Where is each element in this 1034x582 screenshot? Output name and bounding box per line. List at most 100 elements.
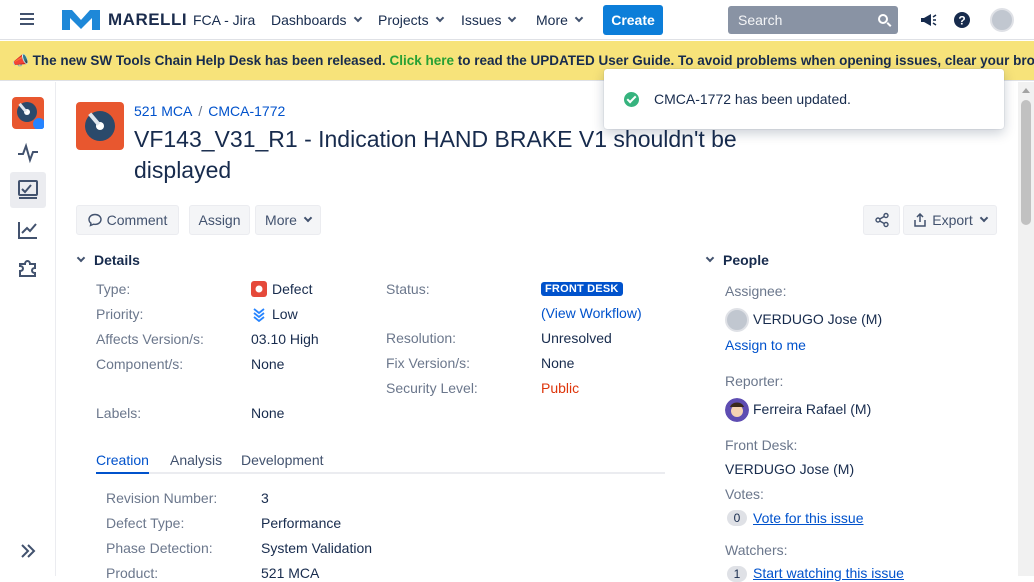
megaphone-icon[interactable]	[918, 10, 938, 30]
banner-link[interactable]: Click here	[389, 53, 454, 68]
front-desk-label: Front Desk:	[725, 437, 798, 453]
status-label: Status:	[386, 281, 430, 297]
nav-more[interactable]: More	[536, 12, 584, 28]
project-sidebar	[0, 82, 56, 576]
front-desk-value: VERDUGO Jose (M)	[725, 461, 855, 477]
more-actions-label: More	[265, 212, 297, 228]
nav-dashboards-label: Dashboards	[271, 12, 347, 28]
marelli-logo[interactable]: MARELLI	[60, 8, 187, 32]
comment-button[interactable]: Comment	[76, 205, 179, 235]
svg-text:?: ?	[958, 14, 965, 28]
defect-type-label: Defect Type:	[106, 515, 185, 531]
export-button[interactable]: Export	[903, 205, 997, 235]
collapse-icon	[76, 253, 86, 263]
brand-name: MARELLI	[108, 10, 188, 29]
details-section-toggle[interactable]: Details	[76, 252, 140, 268]
watch-link[interactable]: Start watching this issue	[753, 565, 904, 581]
export-button-label: Export	[932, 212, 973, 228]
megaphone-icon: 📣	[12, 53, 29, 68]
chevron-down-icon	[574, 13, 584, 23]
nav-dashboards[interactable]: Dashboards	[271, 12, 362, 28]
breadcrumb-project[interactable]: 521 MCA	[134, 103, 192, 119]
watchers-label: Watchers:	[725, 542, 788, 558]
add-ons-icon[interactable]	[17, 256, 39, 278]
fix-version-value: None	[541, 355, 575, 371]
scroll-up-arrow-icon[interactable]	[1022, 88, 1030, 93]
search-input[interactable]: Search	[728, 6, 898, 34]
breadcrumb-issue-key[interactable]: CMCA-1772	[208, 103, 285, 119]
vote-link[interactable]: Vote for this issue	[753, 510, 864, 526]
type-label: Type:	[96, 281, 131, 297]
banner-text-before: The new SW Tools Chain Help Desk has bee…	[32, 53, 386, 68]
tab-creation[interactable]: Creation	[96, 452, 149, 474]
product-label: Product:	[106, 565, 159, 581]
component-value: None	[251, 356, 285, 372]
banner-text-after: to read the UPDATED User Guide. To avoid…	[457, 53, 1034, 68]
security-level-label: Security Level:	[386, 380, 478, 396]
share-icon	[874, 212, 889, 228]
more-actions-button[interactable]: More	[255, 205, 321, 235]
chevron-down-icon	[979, 213, 988, 223]
security-level-value: Public	[541, 380, 580, 396]
marelli-logo-mark-icon	[62, 10, 100, 30]
chevron-down-icon	[353, 13, 362, 23]
tab-analysis[interactable]: Analysis	[170, 452, 222, 468]
scrollbar-thumb[interactable]	[1021, 100, 1031, 225]
comment-button-label: Comment	[106, 212, 168, 228]
disc-icon	[17, 102, 45, 130]
project-avatar[interactable]	[12, 97, 45, 130]
tab-development[interactable]: Development	[241, 452, 324, 468]
expand-sidebar-icon[interactable]	[19, 542, 37, 560]
phase-detection-value: System Validation	[261, 540, 373, 556]
search-placeholder: Search	[738, 12, 783, 28]
project-avatar-large[interactable]	[76, 102, 124, 150]
issue-summary[interactable]: VF143_V31_R1 - Indication HAND BRAKE V1 …	[134, 124, 754, 186]
assign-button[interactable]: Assign	[189, 205, 250, 235]
page-scrollbar[interactable]	[1018, 82, 1034, 576]
nav-projects[interactable]: Projects	[378, 12, 444, 28]
assignee-value[interactable]: VERDUGO Jose (M)	[753, 311, 882, 327]
labels-label: Labels:	[96, 405, 142, 421]
people-heading: People	[723, 252, 769, 268]
assignee-label: Assignee:	[725, 283, 787, 299]
status-badge: FRONT DESK	[541, 282, 623, 296]
menu-icon[interactable]	[20, 13, 34, 27]
comment-icon	[87, 213, 102, 227]
disc-icon	[85, 111, 115, 141]
people-section-toggle[interactable]: People	[705, 252, 769, 268]
type-value: Defect	[251, 281, 312, 297]
collapse-icon	[705, 253, 715, 263]
labels-value: None	[251, 405, 285, 421]
component-label: Component/s:	[96, 356, 184, 372]
votes-label: Votes:	[725, 486, 764, 502]
watchers-count: 1	[727, 566, 747, 582]
reporter-value[interactable]: Ferreira Rafael (M)	[753, 401, 871, 417]
resolution-value: Unresolved	[541, 330, 612, 346]
top-navigation-bar: MARELLI FCA - Jira Dashboards Projects I…	[0, 0, 1034, 40]
help-icon[interactable]: ?	[952, 10, 972, 30]
reports-icon[interactable]	[17, 218, 39, 240]
defect-icon	[251, 281, 267, 297]
nav-issues-label: Issues	[461, 12, 502, 28]
priority-label: Priority:	[96, 306, 144, 322]
view-workflow-link[interactable]: (View Workflow)	[541, 305, 642, 321]
user-avatar[interactable]	[990, 8, 1014, 32]
assignee-avatar	[725, 308, 749, 332]
reporter-avatar	[725, 398, 749, 422]
fix-version-label: Fix Version/s:	[386, 355, 471, 371]
share-button[interactable]	[863, 205, 900, 235]
success-toast: CMCA-1772 has been updated.	[604, 69, 1004, 129]
assign-to-me-link[interactable]: Assign to me	[725, 337, 806, 353]
votes-count: 0	[727, 510, 747, 526]
nav-more-label: More	[536, 12, 568, 28]
product-value: 521 MCA	[261, 565, 320, 581]
breadcrumb: 521 MCA / CMCA-1772	[134, 103, 285, 119]
activity-icon[interactable]	[17, 142, 39, 164]
nav-issues[interactable]: Issues	[461, 12, 517, 28]
chevron-down-icon	[303, 213, 313, 223]
phase-detection-label: Phase Detection:	[106, 540, 213, 556]
check-circle-icon	[624, 92, 639, 107]
app-title-link[interactable]: FCA - Jira	[193, 12, 255, 28]
create-button[interactable]: Create	[603, 5, 663, 35]
affects-version-value[interactable]: 03.10 High	[251, 331, 319, 347]
